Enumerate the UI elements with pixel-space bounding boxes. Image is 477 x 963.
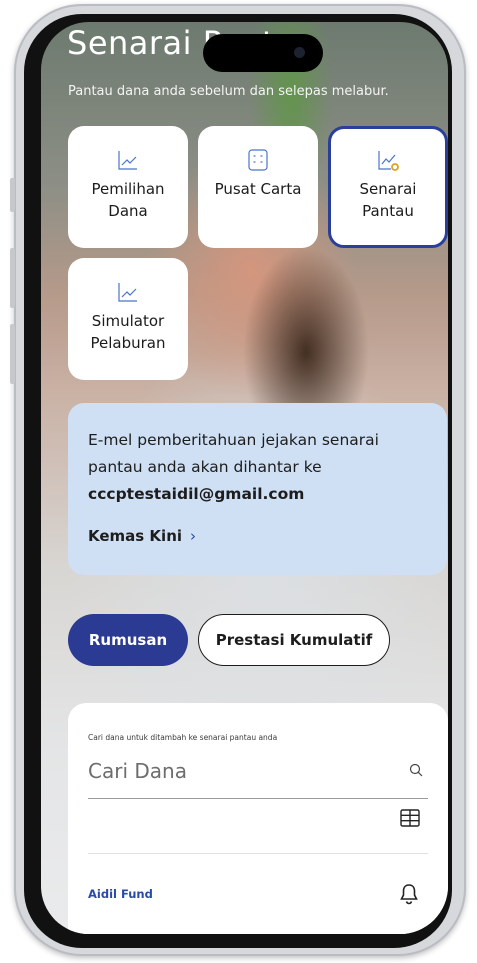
page-subtitle: Pantau dana anda sebelum dan selepas mel… [68,84,389,99]
dynamic-island [203,34,323,72]
notice-email: cccptestaidil@gmail.com [88,485,305,503]
tile-label: Senarai Pantau [359,180,417,220]
tile-label: Pemilihan Dana [91,180,165,220]
camera-icon [294,47,305,58]
search-icon[interactable] [408,762,424,778]
update-link-label: Kemas Kini [88,527,183,545]
grid-chart-icon [248,149,268,171]
watchlist-card: Cari dana untuk ditambah ke senarai pant… [68,703,448,934]
list-item[interactable]: Aidil Fund [88,887,153,901]
bell-icon[interactable] [399,883,419,905]
tab-summary-label: Rumusan [88,631,168,649]
chevron-right-icon: › [190,527,197,545]
tile-label: Simulator Pelaburan [90,312,166,352]
phone-side-button [10,248,15,308]
watchlist-chart-icon [378,151,399,171]
update-link[interactable]: Kemas Kini › [88,527,196,545]
line-chart-icon [118,151,137,170]
tile-pusat-carta[interactable]: Pusat Carta [198,126,318,248]
table-view-icon[interactable] [400,809,420,827]
search-input[interactable] [88,753,398,789]
tab-summary[interactable]: Rumusan [68,614,188,666]
tile-pemilihan-dana[interactable]: Pemilihan Dana [68,126,188,248]
notice-text: E-mel pemberitahuan jejakan senarai pant… [88,431,379,476]
phone-side-button [10,324,15,384]
divider [88,853,428,854]
tile-simulator-pelaburan[interactable]: Simulator Pelaburan [68,258,188,380]
tile-label: Pusat Carta [214,180,302,198]
tile-senarai-pantau[interactable]: Senarai Pantau [328,126,448,248]
line-chart-icon [118,283,137,302]
search-underline [88,798,428,799]
phone-side-button [10,178,15,212]
tab-cumulative-label: Prestasi Kumulatif [215,631,373,649]
tab-cumulative-performance[interactable]: Prestasi Kumulatif [198,614,390,666]
email-notice-card: E-mel pemberitahuan jejakan senarai pant… [68,403,447,575]
app-screen: Senarai Pantau Pantau dana anda sebelum … [41,22,448,934]
search-hint: Cari dana untuk ditambah ke senarai pant… [88,733,278,742]
